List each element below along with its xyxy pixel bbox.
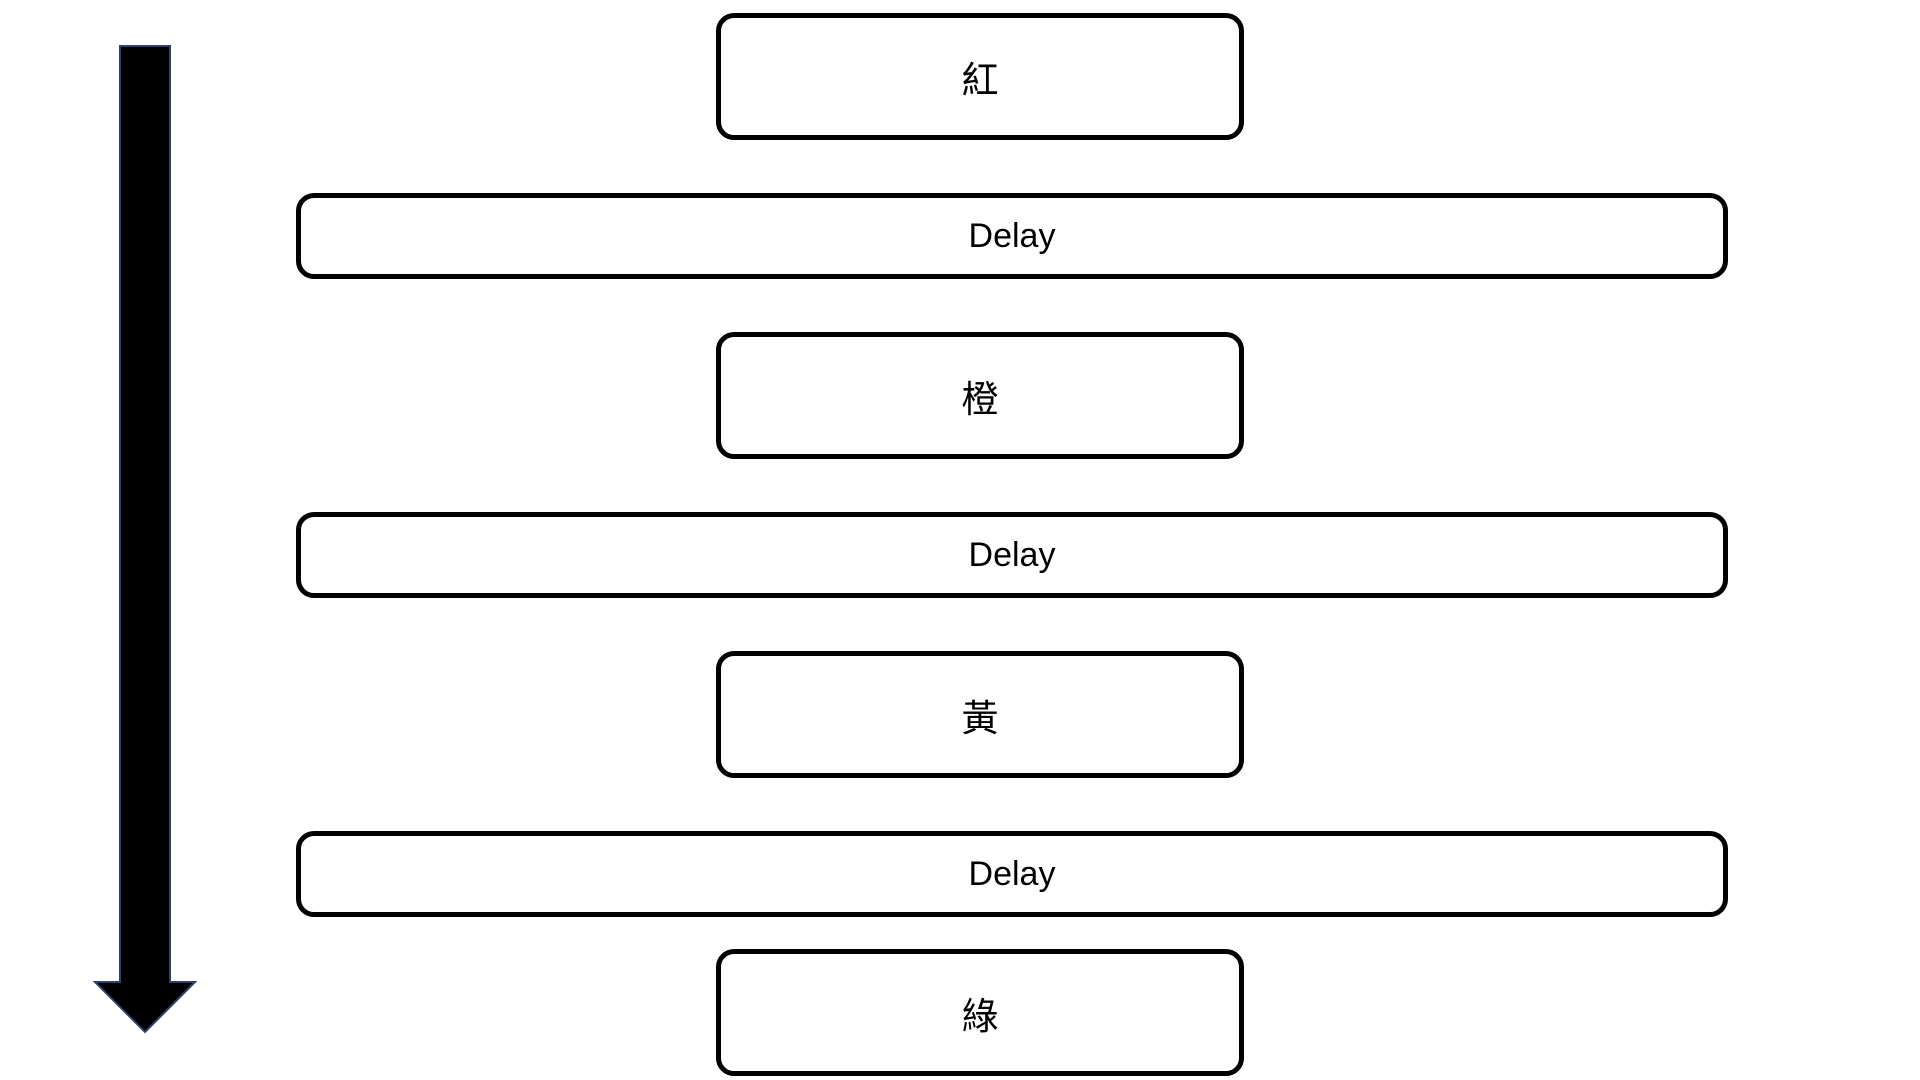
step-yellow-box: 黃 <box>716 651 1244 778</box>
down-arrow-shape <box>92 45 198 1034</box>
delay-box-2: Delay <box>296 512 1728 598</box>
sequence-diagram: 紅 Delay 橙 Delay 黃 Delay 綠 <box>0 0 1920 1080</box>
step-orange-label: 橙 <box>961 377 999 421</box>
delay-label-1: Delay <box>968 216 1056 255</box>
step-red-box: 紅 <box>716 13 1244 140</box>
delay-label-2: Delay <box>968 535 1056 574</box>
step-green-box: 綠 <box>716 949 1244 1076</box>
step-orange-box: 橙 <box>716 332 1244 459</box>
step-yellow-label: 黃 <box>961 696 999 740</box>
step-red-label: 紅 <box>961 58 999 102</box>
delay-label-3: Delay <box>968 854 1056 893</box>
down-arrow-icon <box>92 45 198 1034</box>
step-green-label: 綠 <box>961 994 999 1038</box>
delay-box-1: Delay <box>296 193 1728 279</box>
delay-box-3: Delay <box>296 831 1728 917</box>
